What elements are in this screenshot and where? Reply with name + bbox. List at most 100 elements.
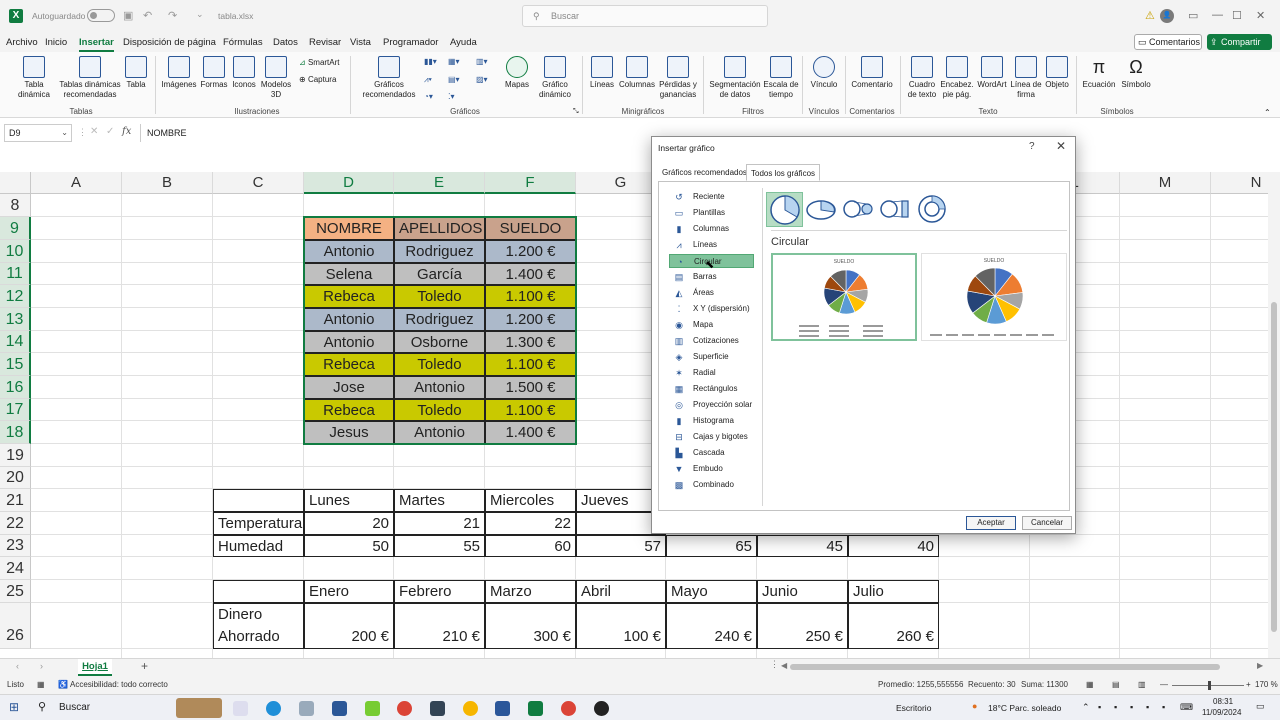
cell-e21[interactable]: Martes bbox=[394, 489, 485, 512]
chart-preview-1[interactable]: SUELDO bbox=[771, 253, 917, 341]
tab-revisar[interactable]: Revisar bbox=[309, 37, 341, 48]
cell-g25[interactable]: Abril bbox=[576, 580, 666, 603]
cell-e10[interactable]: Rodriguez bbox=[394, 240, 485, 263]
close-icon[interactable]: ✕ bbox=[1056, 139, 1066, 153]
macro-recorder-icon[interactable]: ▦ bbox=[37, 680, 45, 689]
chrome-icon[interactable] bbox=[397, 701, 412, 716]
store-icon[interactable] bbox=[332, 701, 347, 716]
text-box-button[interactable]: Cuadro de texto bbox=[904, 56, 940, 100]
equation-button[interactable]: π Ecuación bbox=[1080, 56, 1118, 90]
cancel-formula-icon[interactable]: ✕ bbox=[90, 126, 98, 137]
weather-text[interactable]: 18°C Parc. soleado bbox=[988, 703, 1061, 713]
chart-category-9[interactable]: ▥ Cotizaciones bbox=[669, 334, 754, 348]
row-header-23[interactable]: 23 bbox=[0, 535, 31, 557]
column-header-m[interactable]: M bbox=[1120, 172, 1211, 194]
sparkline-line-button[interactable]: Líneas bbox=[587, 56, 617, 90]
cell-d12[interactable]: Rebeca bbox=[304, 285, 394, 308]
row-header-13[interactable]: 13 bbox=[0, 308, 31, 331]
pie-of-pie-subtype-button[interactable] bbox=[840, 192, 877, 227]
column-header-a[interactable]: A bbox=[31, 172, 122, 194]
app-icon[interactable] bbox=[365, 701, 380, 716]
cell-f25[interactable]: Marzo bbox=[485, 580, 576, 603]
chrome-icon[interactable] bbox=[561, 701, 576, 716]
zoom-out-icon[interactable]: — bbox=[1160, 680, 1168, 689]
row-header-19[interactable]: 19 bbox=[0, 444, 31, 467]
cell-e11[interactable]: García bbox=[394, 263, 485, 285]
zoom-slider-thumb[interactable] bbox=[1208, 681, 1211, 690]
tab-formulas[interactable]: Fórmulas bbox=[223, 37, 263, 48]
pie-3d-subtype-button[interactable] bbox=[803, 192, 840, 227]
cell-e17[interactable]: Toledo bbox=[394, 399, 485, 421]
images-button[interactable]: Imágenes bbox=[160, 56, 198, 90]
enter-formula-icon[interactable]: ✓ bbox=[106, 126, 114, 137]
cell-f23[interactable]: 60 bbox=[485, 535, 576, 557]
cell-d14[interactable]: Antonio bbox=[304, 331, 394, 353]
cell-d25[interactable]: Enero bbox=[304, 580, 394, 603]
tray-app-icon[interactable]: ▪ bbox=[1162, 702, 1165, 712]
chart-category-2[interactable]: ▮ Columnas bbox=[669, 222, 754, 236]
tray-app-icon[interactable]: ▪ bbox=[1114, 702, 1117, 712]
cell-j25[interactable]: Julio bbox=[848, 580, 939, 603]
app-icon[interactable] bbox=[463, 701, 478, 716]
chart-category-8[interactable]: ◉ Mapa bbox=[669, 318, 754, 332]
column-header-b[interactable]: B bbox=[122, 172, 213, 194]
cell-c25[interactable] bbox=[213, 580, 304, 603]
cell-f18[interactable]: 1.400 € bbox=[485, 421, 576, 444]
cell-c21[interactable] bbox=[213, 489, 304, 512]
cell-f16[interactable]: 1.500 € bbox=[485, 376, 576, 399]
scatter-chart-dropdown[interactable]: ⁚▾ bbox=[448, 92, 455, 101]
cell-e14[interactable]: Osborne bbox=[394, 331, 485, 353]
chart-category-0[interactable]: ↺ Reciente bbox=[669, 190, 754, 204]
chart-category-12[interactable]: ▦ Rectángulos bbox=[669, 382, 754, 396]
cell-h25[interactable]: Mayo bbox=[666, 580, 757, 603]
options-icon[interactable]: ⋮ bbox=[770, 659, 779, 670]
horizontal-scroll-thumb[interactable] bbox=[790, 664, 1220, 670]
app-icon[interactable] bbox=[299, 701, 314, 716]
scroll-left-icon[interactable]: ◀ bbox=[781, 661, 787, 670]
ok-button[interactable]: Aceptar bbox=[966, 516, 1016, 530]
normal-view-icon[interactable]: ▦ bbox=[1086, 680, 1094, 689]
chart-category-18[interactable]: ▩ Combinado bbox=[669, 478, 754, 492]
cell-e13[interactable]: Rodriguez bbox=[394, 308, 485, 331]
cell-c23[interactable]: Humedad bbox=[213, 535, 304, 557]
edge-icon[interactable] bbox=[266, 701, 281, 716]
cell-f15[interactable]: 1.100 € bbox=[485, 353, 576, 376]
cell-f21[interactable]: Miercoles bbox=[485, 489, 576, 512]
cell-d15[interactable]: Rebeca bbox=[304, 353, 394, 376]
cell-f14[interactable]: 1.300 € bbox=[485, 331, 576, 353]
recommended-pivot-button[interactable]: Tablas dinámicas recomendadas bbox=[58, 56, 122, 100]
warning-icon[interactable]: ⚠ bbox=[1145, 9, 1155, 22]
charts-dialog-launcher-icon[interactable]: ⤡ bbox=[573, 108, 579, 116]
row-header-12[interactable]: 12 bbox=[0, 285, 31, 308]
cell-e18[interactable]: Antonio bbox=[394, 421, 485, 444]
cell-i25[interactable]: Junio bbox=[757, 580, 848, 603]
sparkline-column-button[interactable]: Columnas bbox=[618, 56, 656, 90]
tab-ayuda[interactable]: Ayuda bbox=[450, 37, 477, 48]
cell-d9[interactable]: NOMBRE bbox=[304, 217, 394, 240]
column-header-e[interactable]: E bbox=[394, 172, 485, 194]
chart-category-13[interactable]: ◎ Proyección solar bbox=[669, 398, 754, 412]
pivot-chart-button[interactable]: Gráfico dinámico bbox=[535, 56, 575, 100]
row-header-9[interactable]: 9 bbox=[0, 217, 31, 240]
row-header-15[interactable]: 15 bbox=[0, 353, 31, 376]
cell-e23[interactable]: 55 bbox=[394, 535, 485, 557]
tab-vista[interactable]: Vista bbox=[350, 37, 371, 48]
screenshot-button[interactable]: ⊕ Captura bbox=[299, 75, 336, 84]
row-header-25[interactable]: 25 bbox=[0, 580, 31, 603]
cell-g23[interactable]: 57 bbox=[576, 535, 666, 557]
comments-button[interactable]: ▭ Comentarios bbox=[1134, 34, 1202, 50]
icons-button[interactable]: Iconos bbox=[230, 56, 258, 90]
search-box[interactable]: ⚲ Buscar bbox=[522, 5, 768, 27]
pivot-table-button[interactable]: Tabla dinámica bbox=[12, 56, 56, 100]
row-header-26[interactable]: 26 bbox=[0, 603, 31, 649]
zoom-level[interactable]: 170 % bbox=[1255, 680, 1278, 689]
row-header-20[interactable]: 20 bbox=[0, 467, 31, 489]
tab-disposicion[interactable]: Disposición de página bbox=[123, 37, 216, 48]
select-all-corner[interactable] bbox=[0, 172, 31, 194]
timeline-button[interactable]: Escala de tiempo bbox=[763, 56, 799, 100]
accessibility-status[interactable]: Accesibilidad: todo correcto bbox=[70, 680, 168, 689]
cell-f17[interactable]: 1.100 € bbox=[485, 399, 576, 421]
wordart-button[interactable]: WordArt bbox=[975, 56, 1009, 90]
vertical-scroll-thumb[interactable] bbox=[1271, 302, 1277, 632]
cell-f12[interactable]: 1.100 € bbox=[485, 285, 576, 308]
